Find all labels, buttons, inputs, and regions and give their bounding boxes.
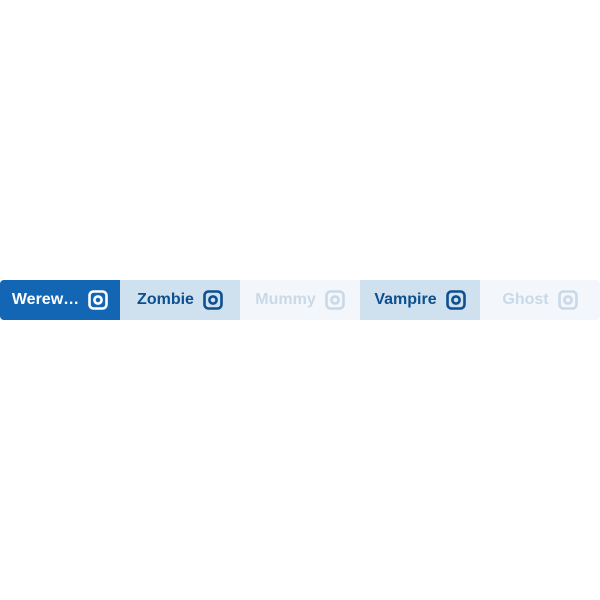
tab-werewolf-label: Werew… — [11, 291, 80, 308]
instagram-icon — [88, 290, 108, 310]
instagram-icon — [445, 290, 466, 310]
tab-vampire-label: Vampire — [374, 291, 437, 308]
tab-mummy: Mummy — [240, 280, 360, 320]
tab-vampire[interactable]: Vampire — [360, 280, 480, 320]
tab-bar: Werew… Zombie Mummy Vampire Ghost — [0, 280, 600, 320]
tab-ghost: Ghost — [480, 280, 600, 320]
tab-zombie[interactable]: Zombie — [120, 280, 240, 320]
instagram-icon — [203, 290, 223, 310]
tab-mummy-label: Mummy — [255, 291, 316, 308]
tab-zombie-label: Zombie — [137, 291, 194, 308]
instagram-icon — [557, 290, 578, 310]
tab-ghost-label: Ghost — [502, 291, 549, 308]
tab-werewolf[interactable]: Werew… — [0, 280, 120, 320]
instagram-icon — [324, 290, 345, 310]
